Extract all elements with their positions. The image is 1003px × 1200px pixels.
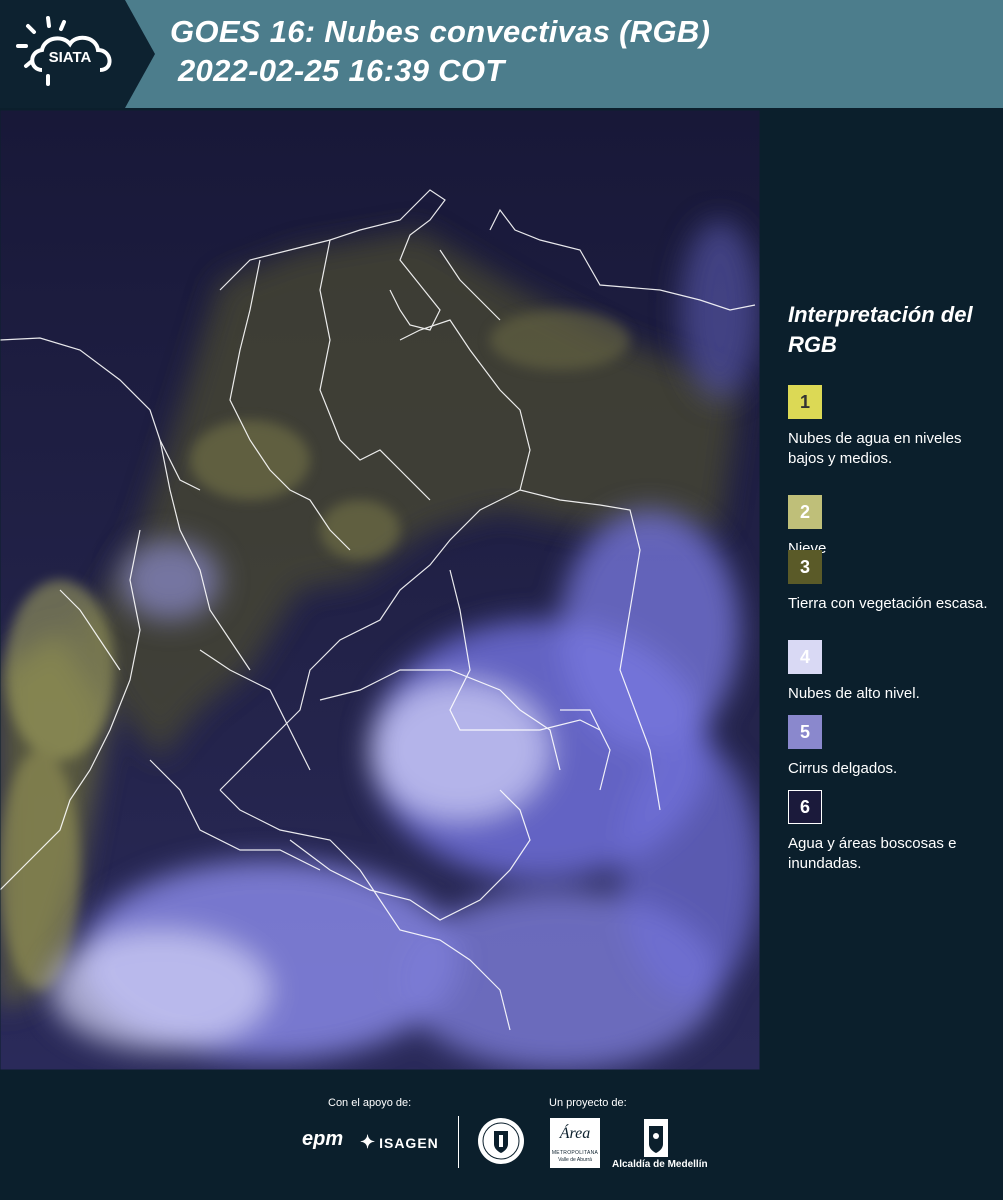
legend-item: 3 Tierra con vegetación escasa. — [788, 550, 988, 614]
area-logo-name: Área — [559, 1125, 591, 1142]
legend-label: Agua y áreas boscosas e inundadas. — [788, 835, 957, 872]
legend-label: Cirrus delgados. — [788, 760, 898, 777]
legend-swatch: 3 — [788, 550, 822, 584]
legend-panel: Interpretación del RGB 1 Nubes de agua en… — [760, 110, 1003, 1070]
siata-logo[interactable]: SIATA — [0, 0, 155, 108]
legend-title: Interpretación del RGB — [788, 302, 973, 357]
legend-swatch: 6 — [788, 790, 822, 824]
legend-label: Tierra con vegetación escasa. — [788, 595, 988, 612]
legend-swatch: 2 — [788, 495, 822, 529]
isagen-logo[interactable]: ✦ ISAGEN — [360, 1132, 439, 1153]
medellin-seal-icon[interactable] — [476, 1116, 526, 1166]
isagen-mark-icon: ✦ — [360, 1132, 377, 1152]
header-bar: SIATA GOES 16: Nubes convectivas (RGB) 2… — [0, 0, 1003, 108]
alcaldia-label: Alcaldía de Medellín — [612, 1159, 708, 1170]
isagen-logo-text: ISAGEN — [379, 1134, 439, 1151]
siata-logo-text: SIATA — [49, 49, 92, 66]
legend-swatch: 1 — [788, 385, 822, 419]
page-timestamp: 2022-02-25 16:39 COT — [178, 53, 505, 88]
legend-swatch: 4 — [788, 640, 822, 674]
project-label: Un proyecto de: — [549, 1097, 627, 1109]
page-title: GOES 16: Nubes convectivas (RGB) — [170, 14, 711, 49]
legend-item: 1 Nubes de agua en niveles bajos y medios… — [788, 385, 988, 469]
legend-item: 5 Cirrus delgados. — [788, 715, 988, 779]
area-metropolitana-logo[interactable]: Área METROPOLITANA Valle de Aburrá — [550, 1118, 600, 1168]
footer-divider — [458, 1116, 459, 1168]
area-logo-subtitle-2: Valle de Aburrá — [558, 1157, 592, 1163]
legend-label: Nubes de alto nivel. — [788, 685, 920, 702]
area-logo-subtitle: METROPOLITANA — [551, 1150, 599, 1156]
alcaldia-shield-icon[interactable] — [643, 1118, 669, 1158]
legend-item: 4 Nubes de alto nivel. — [788, 640, 988, 704]
epm-logo[interactable]: epm — [302, 1128, 343, 1151]
satellite-map — [0, 110, 760, 1070]
legend-item: 6 Agua y áreas boscosas e inundadas. — [788, 790, 988, 874]
legend-label: Nubes de agua en niveles bajos y medios. — [788, 430, 962, 467]
footer-bar: Con el apoyo de: Un proyecto de: epm ✦ I… — [0, 1070, 1003, 1200]
legend-swatch: 5 — [788, 715, 822, 749]
support-label: Con el apoyo de: — [328, 1097, 412, 1109]
